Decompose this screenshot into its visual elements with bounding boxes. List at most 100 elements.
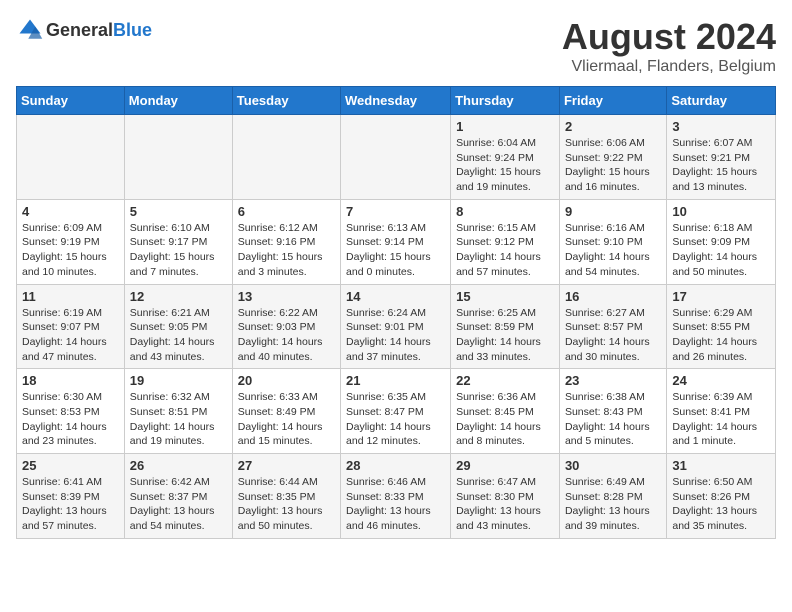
day-number: 21	[346, 373, 445, 388]
calendar-cell: 2Sunrise: 6:06 AM Sunset: 9:22 PM Daylig…	[559, 115, 666, 200]
weekday-header: Wednesday	[341, 87, 451, 115]
day-info: Sunrise: 6:16 AM Sunset: 9:10 PM Dayligh…	[565, 221, 661, 280]
calendar-cell: 7 Sunrise: 6:13 AM Sunset: 9:14 PM Daylig…	[341, 199, 451, 284]
day-info: Sunrise: 6:47 AM Sunset: 8:30 PM Dayligh…	[456, 475, 554, 534]
calendar-cell: 21 Sunrise: 6:35 AM Sunset: 8:47 PM Dayli…	[341, 369, 451, 454]
day-info: Sunrise: 6:06 AM Sunset: 9:22 PM Dayligh…	[565, 136, 661, 195]
day-number: 27	[238, 458, 335, 473]
month-title: August 2024	[562, 16, 776, 58]
weekday-header: Sunday	[17, 87, 125, 115]
day-info: Sunrise: 6:30 AM Sunset: 8:53 PM Dayligh…	[22, 390, 119, 449]
calendar-week-row: 4 Sunrise: 6:09 AM Sunset: 9:19 PM Daylig…	[17, 199, 776, 284]
day-info: Sunrise: 6:49 AM Sunset: 8:28 PM Dayligh…	[565, 475, 661, 534]
calendar-cell: 13 Sunrise: 6:22 AM Sunset: 9:03 PM Dayli…	[232, 284, 340, 369]
day-number: 11	[22, 289, 119, 304]
day-info: Sunrise: 6:50 AM Sunset: 8:26 PM Dayligh…	[672, 475, 770, 534]
day-info: Sunrise: 6:25 AM Sunset: 8:59 PM Dayligh…	[456, 306, 554, 365]
logo: GeneralBlue	[16, 16, 152, 44]
day-info: Sunrise: 6:12 AM Sunset: 9:16 PM Dayligh…	[238, 221, 335, 280]
day-info: Sunrise: 6:18 AM Sunset: 9:09 PM Dayligh…	[672, 221, 770, 280]
calendar-cell: 30 Sunrise: 6:49 AM Sunset: 8:28 PM Dayli…	[559, 454, 666, 539]
weekday-header: Monday	[124, 87, 232, 115]
calendar-week-row: 18 Sunrise: 6:30 AM Sunset: 8:53 PM Dayli…	[17, 369, 776, 454]
day-number: 9	[565, 204, 661, 219]
day-number: 24	[672, 373, 770, 388]
day-info: Sunrise: 6:46 AM Sunset: 8:33 PM Dayligh…	[346, 475, 445, 534]
day-number: 18	[22, 373, 119, 388]
calendar-cell: 1 Sunrise: 6:04 AM Sunset: 9:24 PM Daylig…	[451, 115, 560, 200]
calendar-cell	[341, 115, 451, 200]
day-info: Sunrise: 6:04 AM Sunset: 9:24 PM Dayligh…	[456, 136, 554, 195]
day-number: 25	[22, 458, 119, 473]
day-info: Sunrise: 6:10 AM Sunset: 9:17 PM Dayligh…	[130, 221, 227, 280]
calendar-cell: 28 Sunrise: 6:46 AM Sunset: 8:33 PM Dayli…	[341, 454, 451, 539]
day-number: 14	[346, 289, 445, 304]
calendar-table: SundayMondayTuesdayWednesdayThursdayFrid…	[16, 86, 776, 539]
calendar-cell: 29Sunrise: 6:47 AM Sunset: 8:30 PM Dayli…	[451, 454, 560, 539]
calendar-week-row: 11 Sunrise: 6:19 AM Sunset: 9:07 PM Dayli…	[17, 284, 776, 369]
day-info: Sunrise: 6:07 AM Sunset: 9:21 PM Dayligh…	[672, 136, 770, 195]
weekday-header: Tuesday	[232, 87, 340, 115]
day-number: 22	[456, 373, 554, 388]
calendar-week-row: 25Sunrise: 6:41 AM Sunset: 8:39 PM Dayli…	[17, 454, 776, 539]
calendar-cell: 19Sunrise: 6:32 AM Sunset: 8:51 PM Dayli…	[124, 369, 232, 454]
day-info: Sunrise: 6:09 AM Sunset: 9:19 PM Dayligh…	[22, 221, 119, 280]
day-info: Sunrise: 6:36 AM Sunset: 8:45 PM Dayligh…	[456, 390, 554, 449]
calendar-cell	[232, 115, 340, 200]
logo-blue: Blue	[113, 20, 152, 40]
day-number: 1	[456, 119, 554, 134]
day-info: Sunrise: 6:35 AM Sunset: 8:47 PM Dayligh…	[346, 390, 445, 449]
day-info: Sunrise: 6:22 AM Sunset: 9:03 PM Dayligh…	[238, 306, 335, 365]
day-number: 4	[22, 204, 119, 219]
logo-general: General	[46, 20, 113, 40]
day-info: Sunrise: 6:39 AM Sunset: 8:41 PM Dayligh…	[672, 390, 770, 449]
day-info: Sunrise: 6:29 AM Sunset: 8:55 PM Dayligh…	[672, 306, 770, 365]
day-number: 13	[238, 289, 335, 304]
day-number: 28	[346, 458, 445, 473]
day-info: Sunrise: 6:21 AM Sunset: 9:05 PM Dayligh…	[130, 306, 227, 365]
calendar-header-row: SundayMondayTuesdayWednesdayThursdayFrid…	[17, 87, 776, 115]
day-number: 17	[672, 289, 770, 304]
day-info: Sunrise: 6:42 AM Sunset: 8:37 PM Dayligh…	[130, 475, 227, 534]
calendar-cell: 16Sunrise: 6:27 AM Sunset: 8:57 PM Dayli…	[559, 284, 666, 369]
calendar-cell	[124, 115, 232, 200]
calendar-cell: 27Sunrise: 6:44 AM Sunset: 8:35 PM Dayli…	[232, 454, 340, 539]
day-number: 31	[672, 458, 770, 473]
calendar-cell: 9 Sunrise: 6:16 AM Sunset: 9:10 PM Daylig…	[559, 199, 666, 284]
day-number: 7	[346, 204, 445, 219]
weekday-header: Thursday	[451, 87, 560, 115]
weekday-header: Saturday	[667, 87, 776, 115]
day-info: Sunrise: 6:38 AM Sunset: 8:43 PM Dayligh…	[565, 390, 661, 449]
day-info: Sunrise: 6:15 AM Sunset: 9:12 PM Dayligh…	[456, 221, 554, 280]
day-info: Sunrise: 6:33 AM Sunset: 8:49 PM Dayligh…	[238, 390, 335, 449]
calendar-cell: 4 Sunrise: 6:09 AM Sunset: 9:19 PM Daylig…	[17, 199, 125, 284]
calendar-cell: 6 Sunrise: 6:12 AM Sunset: 9:16 PM Daylig…	[232, 199, 340, 284]
calendar-cell: 17 Sunrise: 6:29 AM Sunset: 8:55 PM Dayli…	[667, 284, 776, 369]
calendar-cell: 11 Sunrise: 6:19 AM Sunset: 9:07 PM Dayli…	[17, 284, 125, 369]
day-info: Sunrise: 6:19 AM Sunset: 9:07 PM Dayligh…	[22, 306, 119, 365]
title-block: August 2024 Vliermaal, Flanders, Belgium	[562, 16, 776, 76]
calendar-cell: 26Sunrise: 6:42 AM Sunset: 8:37 PM Dayli…	[124, 454, 232, 539]
day-number: 8	[456, 204, 554, 219]
calendar-cell: 24 Sunrise: 6:39 AM Sunset: 8:41 PM Dayli…	[667, 369, 776, 454]
day-number: 5	[130, 204, 227, 219]
day-number: 6	[238, 204, 335, 219]
day-number: 12	[130, 289, 227, 304]
calendar-cell: 3 Sunrise: 6:07 AM Sunset: 9:21 PM Daylig…	[667, 115, 776, 200]
calendar-cell: 23Sunrise: 6:38 AM Sunset: 8:43 PM Dayli…	[559, 369, 666, 454]
day-info: Sunrise: 6:24 AM Sunset: 9:01 PM Dayligh…	[346, 306, 445, 365]
day-info: Sunrise: 6:27 AM Sunset: 8:57 PM Dayligh…	[565, 306, 661, 365]
calendar-cell	[17, 115, 125, 200]
day-number: 30	[565, 458, 661, 473]
day-number: 15	[456, 289, 554, 304]
page-header: GeneralBlue August 2024 Vliermaal, Fland…	[16, 16, 776, 76]
calendar-cell: 14 Sunrise: 6:24 AM Sunset: 9:01 PM Dayli…	[341, 284, 451, 369]
day-number: 19	[130, 373, 227, 388]
calendar-cell: 10Sunrise: 6:18 AM Sunset: 9:09 PM Dayli…	[667, 199, 776, 284]
calendar-cell: 5 Sunrise: 6:10 AM Sunset: 9:17 PM Daylig…	[124, 199, 232, 284]
calendar-cell: 22 Sunrise: 6:36 AM Sunset: 8:45 PM Dayli…	[451, 369, 560, 454]
calendar-cell: 20Sunrise: 6:33 AM Sunset: 8:49 PM Dayli…	[232, 369, 340, 454]
day-number: 3	[672, 119, 770, 134]
location-title: Vliermaal, Flanders, Belgium	[562, 58, 776, 76]
day-info: Sunrise: 6:13 AM Sunset: 9:14 PM Dayligh…	[346, 221, 445, 280]
